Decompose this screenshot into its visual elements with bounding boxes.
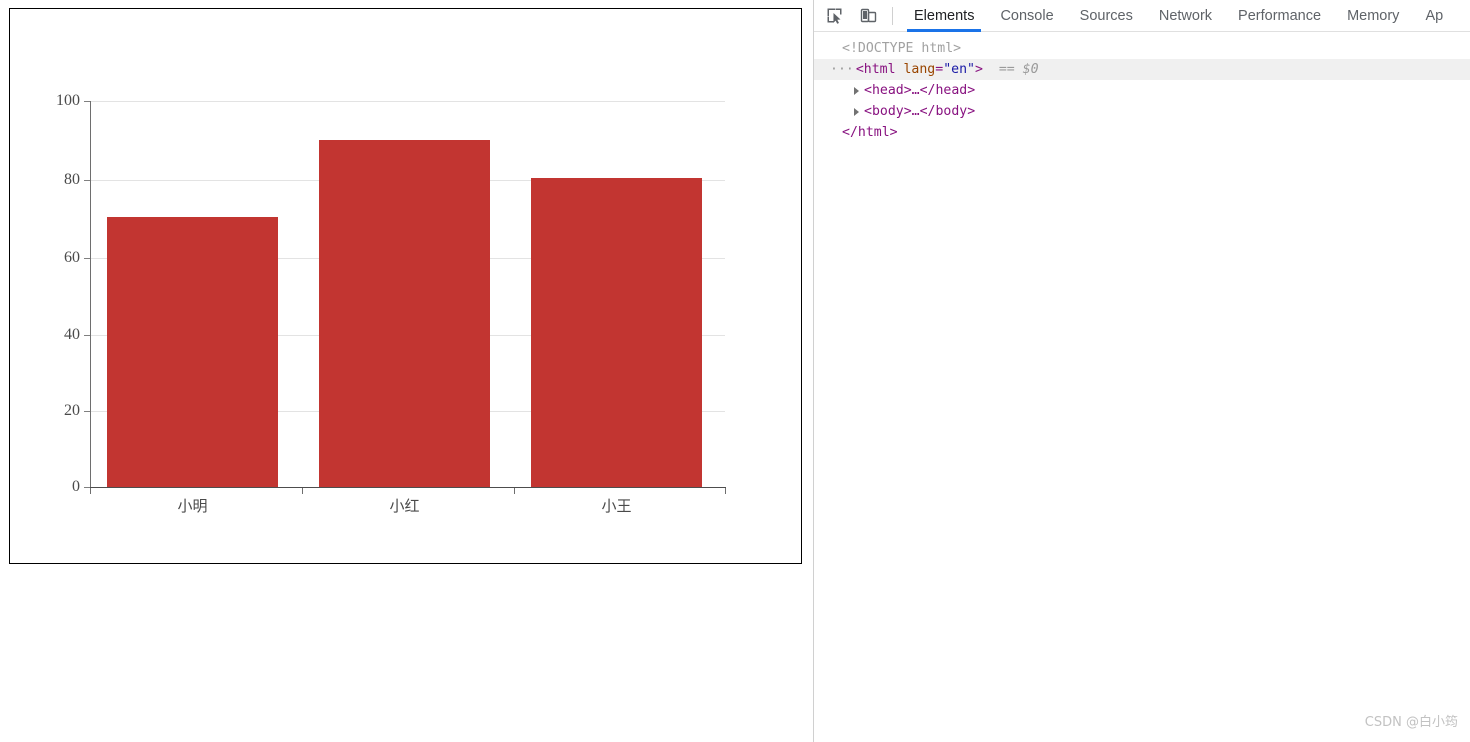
ytick-label-100: 100 — [56, 92, 80, 109]
tab-console[interactable]: Console — [987, 0, 1066, 32]
xcat-label-0: 小明 — [177, 497, 208, 515]
gridline-100 — [90, 101, 725, 102]
screenshot-root: 100 80 60 40 20 0 小明 小红 小王 Elements Cons… — [0, 0, 1470, 742]
html-open-tag-close: > — [974, 62, 983, 77]
html-lang-attr-name: lang — [903, 62, 936, 77]
tab-application[interactable]: Ap — [1412, 0, 1456, 32]
csdn-watermark: CSDN @白小筠 — [1364, 715, 1458, 730]
bar-2[interactable] — [531, 178, 702, 487]
device-toolbar-icon[interactable] — [854, 2, 882, 30]
head-node-text: <head>…</head> — [864, 83, 976, 98]
ytick-label-0: 0 — [72, 478, 80, 495]
tab-sources[interactable]: Sources — [1067, 0, 1146, 32]
selected-node-marker: == $0 — [998, 62, 1039, 77]
xtick-mark-1 — [302, 488, 303, 494]
browser-page-area: 100 80 60 40 20 0 小明 小红 小王 — [0, 0, 813, 742]
ytick-label-60: 60 — [64, 249, 80, 266]
xtick-mark-0 — [90, 488, 91, 494]
tab-memory[interactable]: Memory — [1334, 0, 1412, 32]
xcat-label-1: 小红 — [389, 497, 420, 515]
doctype-text: <!DOCTYPE html> — [842, 41, 962, 56]
tab-application-label: Ap — [1425, 7, 1444, 24]
tab-elements[interactable]: Elements — [901, 0, 987, 32]
dom-row-head[interactable]: <head>…</head> — [814, 80, 1470, 101]
tab-console-label: Console — [1000, 7, 1054, 24]
bar-1[interactable] — [319, 140, 490, 487]
xtick-mark-2 — [514, 488, 515, 494]
ytick-label-20: 20 — [64, 402, 80, 419]
x-axis-line — [90, 487, 726, 488]
body-node-text: <body>…</body> — [864, 104, 976, 119]
dom-row-html-close[interactable]: </html> — [814, 122, 1470, 143]
devtools-panel: Elements Console Sources Network Perform… — [813, 0, 1470, 742]
html-attr-equals: = — [935, 62, 944, 77]
html-lang-attr-value: "en" — [943, 62, 975, 77]
dom-tree: <!DOCTYPE html> ··· <html lang = "en" > … — [814, 32, 1470, 143]
y-axis-line — [90, 101, 91, 488]
toolbar-divider — [892, 6, 893, 25]
chevron-right-icon[interactable] — [854, 107, 859, 116]
tab-performance[interactable]: Performance — [1225, 0, 1334, 32]
dom-ellipsis-marker: ··· — [830, 62, 854, 77]
xcat-label-2: 小王 — [601, 497, 632, 515]
bar-chart-canvas: 100 80 60 40 20 0 小明 小红 小王 — [10, 9, 801, 563]
tab-network-label: Network — [1158, 7, 1213, 24]
inspect-element-icon[interactable] — [820, 2, 848, 30]
html-open-tag: <html — [855, 62, 896, 77]
tab-memory-label: Memory — [1347, 7, 1400, 24]
html-close-tag: </html> — [842, 125, 898, 140]
tab-network[interactable]: Network — [1146, 0, 1225, 32]
chart-container: 100 80 60 40 20 0 小明 小红 小王 — [9, 8, 802, 564]
devtools-toolbar: Elements Console Sources Network Perform… — [814, 0, 1470, 32]
dom-row-doctype[interactable]: <!DOCTYPE html> — [814, 38, 1470, 59]
dom-row-html[interactable]: ··· <html lang = "en" > == $0 — [814, 59, 1470, 80]
tab-performance-label: Performance — [1238, 7, 1322, 24]
dom-row-body[interactable]: <body>…</body> — [814, 101, 1470, 122]
xtick-mark-3 — [725, 488, 726, 494]
bar-0[interactable] — [107, 217, 278, 487]
ytick-label-80: 80 — [64, 171, 80, 188]
ytick-label-40: 40 — [64, 326, 80, 343]
tab-sources-label: Sources — [1079, 7, 1133, 24]
tab-elements-label: Elements — [914, 7, 975, 24]
chevron-right-icon[interactable] — [854, 86, 859, 95]
